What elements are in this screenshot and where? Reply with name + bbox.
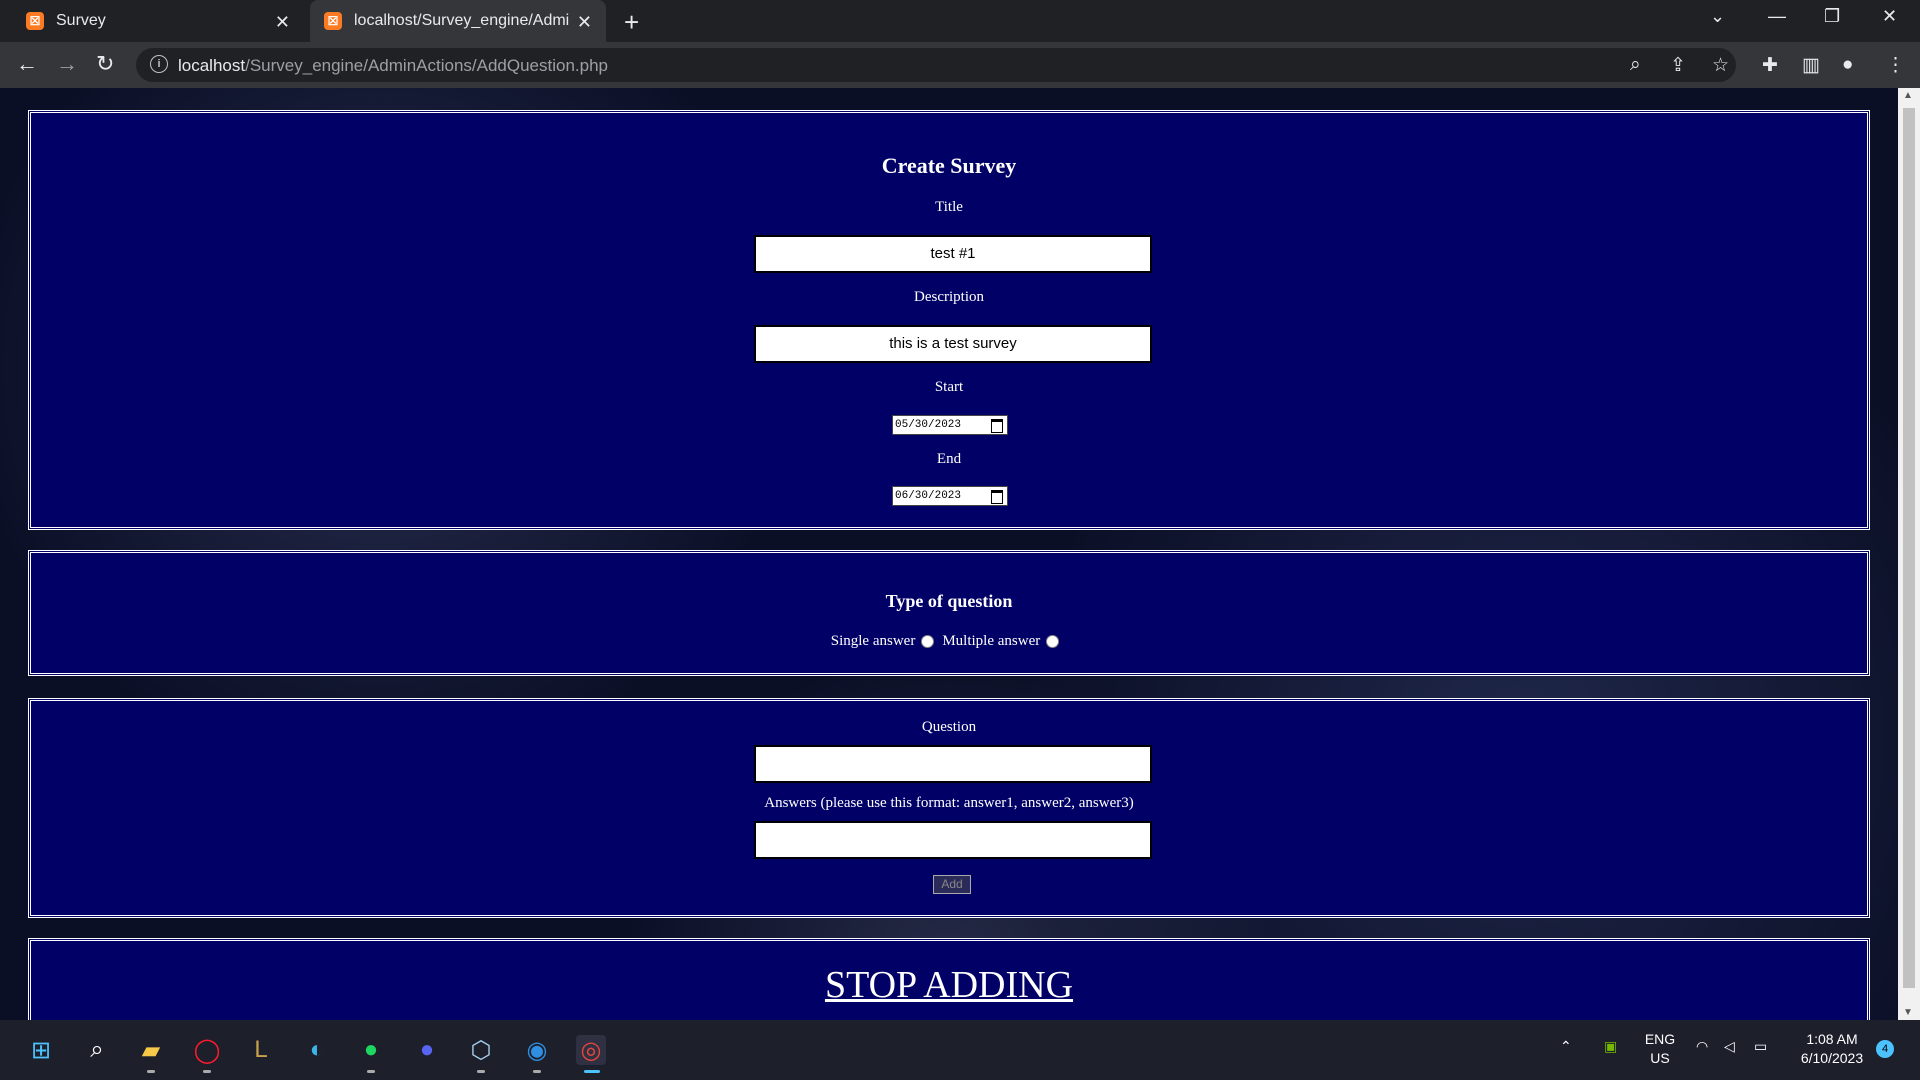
- reload-icon[interactable]: ↻: [96, 51, 114, 77]
- url-host: localhost: [178, 56, 246, 75]
- running-indicator: [533, 1070, 541, 1073]
- clock[interactable]: 1:08 AM 6/10/2023: [1790, 1030, 1874, 1068]
- clock-time: 1:08 AM: [1806, 1031, 1858, 1047]
- running-indicator: [147, 1070, 155, 1073]
- region-code: US: [1650, 1050, 1670, 1066]
- restore-icon[interactable]: ❐: [1824, 6, 1840, 27]
- clock-date: 6/10/2023: [1800, 1050, 1864, 1066]
- tab-title: Survey: [56, 12, 106, 29]
- url-text[interactable]: localhost/Survey_engine/AdminActions/Add…: [178, 56, 608, 76]
- page-scrollbar[interactable]: ▲ ▼: [1898, 88, 1920, 1020]
- tab-search-icon[interactable]: ⌄: [1710, 6, 1725, 27]
- volume-icon[interactable]: ◁: [1724, 1038, 1735, 1055]
- question-panel: Question Answers (please use this format…: [28, 698, 1870, 918]
- close-tab-icon[interactable]: ✕: [275, 12, 290, 33]
- new-tab-icon[interactable]: +: [624, 7, 639, 38]
- end-date-input[interactable]: 06/30/2023: [892, 486, 1008, 506]
- spotify-icon[interactable]: ●: [356, 1035, 386, 1065]
- side-panel-icon[interactable]: ▥: [1802, 54, 1820, 77]
- scroll-up-icon[interactable]: ▲: [1903, 90, 1913, 101]
- address-bar[interactable]: i localhost/Survey_engine/AdminActions/A…: [136, 48, 1736, 82]
- menu-icon[interactable]: ⋮: [1886, 54, 1905, 77]
- chrome-icon[interactable]: ◎: [576, 1035, 606, 1065]
- url-path: /Survey_engine/AdminActions/AddQuestion.…: [245, 56, 609, 75]
- start-date-input[interactable]: 05/30/2023: [892, 415, 1008, 435]
- title-label: Title: [935, 199, 963, 215]
- bookmark-star-icon[interactable]: ☆: [1712, 54, 1729, 77]
- question-type-panel: Type of question Single answer Multiple a…: [28, 550, 1870, 676]
- notification-badge[interactable]: 4: [1876, 1040, 1894, 1058]
- calendar-icon[interactable]: [991, 419, 1003, 433]
- site-info-icon[interactable]: i: [150, 55, 168, 73]
- description-input[interactable]: this is a test survey: [754, 325, 1152, 363]
- file-explorer-icon[interactable]: ▰: [136, 1035, 166, 1065]
- stop-panel: STOP ADDING: [28, 938, 1870, 1020]
- nvidia-icon[interactable]: ▣: [1604, 1038, 1617, 1055]
- discord-icon[interactable]: ●: [412, 1035, 442, 1065]
- minimize-icon[interactable]: —: [1768, 6, 1786, 27]
- running-indicator: [367, 1070, 375, 1073]
- xampp-favicon-icon: ☒: [26, 12, 44, 30]
- windows-taskbar: ⊞ ⌕ ▰ ◯ L ◐ ● ● ⬡ ◉ ◎ ⌃ ▣ ENG US ◠ ◁ ▭ 1…: [0, 1020, 1920, 1080]
- question-type-heading: Type of question: [885, 591, 1013, 611]
- multiple-answer-label: Multiple answer: [942, 633, 1041, 649]
- app-wave-icon[interactable]: ◉: [522, 1035, 552, 1065]
- wifi-icon[interactable]: ◠: [1696, 1038, 1708, 1055]
- end-date-value: 06/30/2023: [895, 490, 962, 502]
- single-answer-label: Single answer: [830, 633, 916, 649]
- start-label: Start: [934, 379, 964, 395]
- zoom-icon[interactable]: ⌕: [1630, 54, 1641, 76]
- question-input[interactable]: [754, 745, 1152, 783]
- app-cube-icon[interactable]: ⬡: [466, 1035, 496, 1065]
- xampp-favicon-icon: ☒: [324, 12, 342, 30]
- add-button[interactable]: Add: [933, 875, 971, 894]
- question-type-options: Single answer Multiple answer: [31, 633, 1867, 650]
- multiple-answer-radio[interactable]: [1046, 635, 1060, 649]
- running-indicator: [203, 1070, 211, 1073]
- page-title: Create Survey: [881, 153, 1017, 178]
- page-viewport: Create Survey Title test #1 Description …: [0, 88, 1898, 1020]
- share-icon[interactable]: ⇪: [1670, 54, 1686, 77]
- scroll-down-icon[interactable]: ▼: [1903, 1007, 1913, 1018]
- question-label: Question: [921, 719, 977, 735]
- single-answer-radio[interactable]: [921, 635, 935, 649]
- profile-icon[interactable]: ●: [1842, 54, 1853, 76]
- end-label: End: [936, 451, 962, 467]
- scrollbar-thumb[interactable]: [1903, 108, 1915, 988]
- language-code: ENG: [1644, 1031, 1676, 1047]
- opera-icon[interactable]: ◯: [192, 1035, 222, 1065]
- create-survey-panel: Create Survey Title test #1 Description …: [28, 110, 1870, 530]
- start-icon[interactable]: ⊞: [26, 1035, 56, 1065]
- active-indicator: [584, 1070, 600, 1073]
- edge-icon[interactable]: ◐: [302, 1035, 332, 1065]
- answers-input[interactable]: [754, 821, 1152, 859]
- title-input[interactable]: test #1: [754, 235, 1152, 273]
- league-of-legends-icon[interactable]: L: [246, 1035, 276, 1065]
- tab-bar: ☒ Survey ✕ ☒ localhost/Survey_engine/Adm…: [0, 0, 1920, 42]
- close-window-icon[interactable]: ✕: [1882, 6, 1897, 27]
- battery-icon[interactable]: ▭: [1754, 1038, 1767, 1055]
- browser-toolbar: ← → ↻ i localhost/Survey_engine/AdminAct…: [0, 42, 1920, 88]
- calendar-icon[interactable]: [991, 490, 1003, 504]
- tab-add-question[interactable]: ☒ localhost/Survey_engine/AdminActions/A…: [310, 0, 606, 42]
- extensions-icon[interactable]: ✚: [1762, 54, 1778, 77]
- forward-icon[interactable]: →: [56, 51, 78, 77]
- tray-overflow-icon[interactable]: ⌃: [1560, 1038, 1572, 1055]
- search-icon[interactable]: ⌕: [82, 1035, 112, 1065]
- close-tab-icon[interactable]: ✕: [577, 12, 592, 33]
- tab-title: localhost/Survey_engine/AdminActions/Add…: [354, 12, 569, 29]
- back-icon[interactable]: ←: [16, 51, 38, 77]
- stop-adding-link[interactable]: STOP ADDING: [31, 963, 1867, 1007]
- answers-label: Answers (please use this format: answer1…: [764, 795, 1134, 811]
- running-indicator: [477, 1070, 485, 1073]
- language-indicator[interactable]: ENG US: [1640, 1030, 1680, 1068]
- tab-survey[interactable]: ☒ Survey ✕: [12, 0, 304, 42]
- start-date-value: 05/30/2023: [895, 419, 962, 431]
- description-label: Description: [914, 289, 984, 305]
